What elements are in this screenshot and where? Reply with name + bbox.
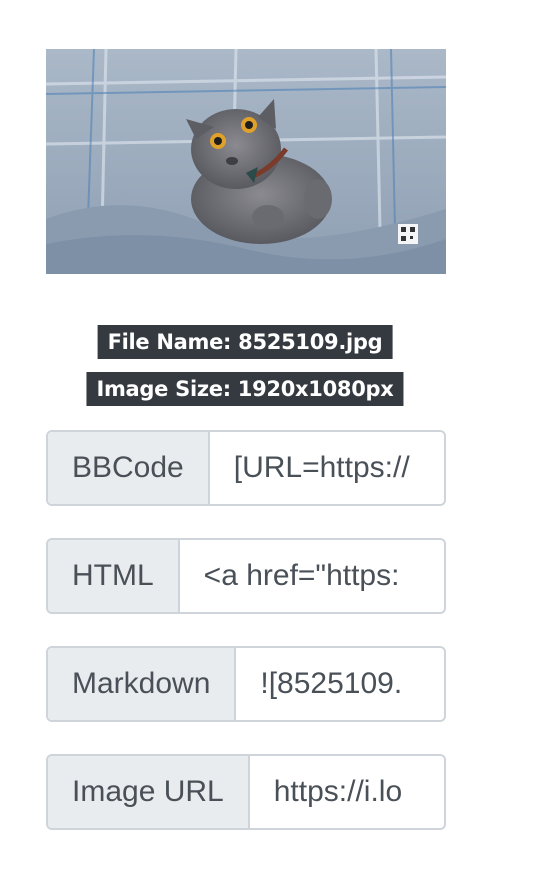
image-url-label: Image URL — [48, 756, 250, 828]
image-url-link-group: Image URL — [46, 754, 446, 830]
image-preview[interactable] — [46, 49, 446, 274]
html-link-group: HTML — [46, 538, 446, 614]
markdown-link-group: Markdown — [46, 646, 446, 722]
markdown-label: Markdown — [48, 648, 237, 720]
image-url-field[interactable] — [249, 756, 444, 828]
bbcode-label: BBCode — [48, 432, 210, 504]
html-label: HTML — [48, 540, 180, 612]
markdown-field[interactable] — [236, 648, 444, 720]
file-name-badge: File Name: 8525109.jpg — [97, 325, 393, 359]
image-size-badge: Image Size: 1920x1080px — [86, 372, 404, 406]
cat-photo — [46, 49, 446, 274]
bbcode-link-group: BBCode — [46, 430, 446, 506]
bbcode-field[interactable] — [209, 432, 444, 504]
html-field[interactable] — [179, 540, 444, 612]
